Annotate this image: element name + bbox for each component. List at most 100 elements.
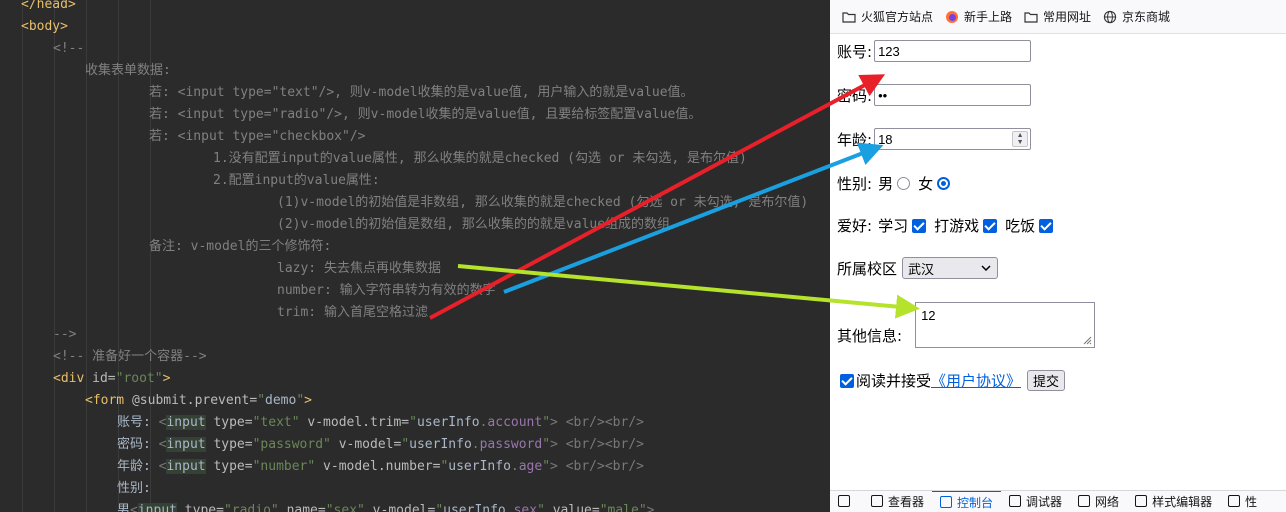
devtools-tab-picker[interactable] bbox=[830, 491, 863, 512]
devtools-tab-console[interactable]: 控制台 bbox=[932, 491, 1002, 512]
devtools-tab-performance[interactable]: 性 bbox=[1220, 491, 1265, 512]
code-line[interactable]: trim: 输入首尾空格过滤 bbox=[277, 302, 428, 324]
devtools-tab-network[interactable]: 网络 bbox=[1070, 491, 1127, 512]
code-token: > bbox=[304, 393, 312, 408]
bookmark-common-sites[interactable]: 常用网址 bbox=[1024, 8, 1091, 25]
console-icon bbox=[940, 496, 953, 508]
devtools-tab-debugger[interactable]: 调试器 bbox=[1001, 491, 1070, 512]
bookmark-label: 常用网址 bbox=[1043, 10, 1092, 24]
code-line[interactable]: 备注: v-model的三个修饰符: bbox=[149, 236, 331, 258]
agree-checkbox[interactable] bbox=[840, 373, 854, 388]
code-token: </head> bbox=[21, 0, 76, 12]
devtools-tab-inspector[interactable]: 查看器 bbox=[863, 491, 932, 512]
bookmark-firefox-official[interactable]: 火狐官方站点 bbox=[842, 8, 933, 25]
password-input[interactable]: •• bbox=[874, 84, 1032, 106]
user-agreement-link[interactable]: 《用户协议》 bbox=[931, 370, 1021, 391]
code-token: account bbox=[487, 415, 543, 430]
hobby-game-label: 打游戏 bbox=[934, 217, 980, 235]
code-line[interactable]: 男<input type="radio" name="sex" v-model=… bbox=[117, 500, 655, 512]
code-token: <div bbox=[53, 371, 93, 386]
style-editor-icon bbox=[1135, 495, 1148, 507]
sex-female-radio[interactable] bbox=[937, 177, 951, 190]
code-line[interactable]: <body> bbox=[21, 16, 68, 38]
code-token: . bbox=[471, 437, 480, 452]
code-token: " bbox=[542, 437, 551, 452]
indent-guide bbox=[54, 0, 55, 512]
code-token: input bbox=[137, 503, 177, 512]
devtools-tab-style-editor[interactable]: 样式编辑器 bbox=[1127, 491, 1220, 512]
code-line[interactable]: <form @submit.prevent="demo"> bbox=[85, 390, 312, 412]
code-line[interactable]: 若: <input type="text"/>, 则v-model收集的是val… bbox=[149, 82, 694, 104]
other-textarea[interactable]: 12 bbox=[915, 302, 1096, 348]
code-line[interactable]: 性别: bbox=[117, 478, 151, 500]
code-token: value= bbox=[544, 503, 600, 512]
code-line[interactable]: <div id="root"> bbox=[53, 368, 170, 390]
bookmark-jd-mall[interactable]: 京东商城 bbox=[1103, 8, 1170, 25]
code-token: trim: 输入首尾空格过滤 bbox=[277, 305, 428, 320]
folder-icon bbox=[842, 11, 856, 23]
hobby-eat-label: 吃饭 bbox=[1005, 217, 1036, 235]
code-line[interactable]: </head> bbox=[21, 0, 76, 16]
age-value: 18 bbox=[878, 131, 893, 147]
code-line[interactable]: 年龄: <input type="number" v-model.number=… bbox=[117, 456, 644, 478]
account-value: 123 bbox=[878, 43, 900, 59]
code-token: . bbox=[505, 503, 514, 512]
code-line[interactable]: 2.配置input的value属性: bbox=[213, 170, 380, 192]
code-line[interactable]: 若: <input type="radio"/>, 则v-model收集的是va… bbox=[149, 104, 701, 126]
code-line[interactable]: 收集表单数据: bbox=[85, 60, 171, 82]
code-token: 若: <input type="checkbox"/> bbox=[149, 129, 366, 144]
code-line[interactable]: 账号: <input type="text" v-model.trim="use… bbox=[117, 412, 644, 434]
code-line[interactable]: (2)v-model的初始值是数组, 那么收集的的就是value组成的数组 bbox=[277, 214, 670, 236]
code-line[interactable]: --> bbox=[53, 324, 76, 346]
code-token: 备注: v-model的三个修饰符: bbox=[149, 239, 332, 254]
code-line[interactable]: number: 输入字符串转为有效的数字 bbox=[277, 280, 496, 302]
hobby-game-checkbox[interactable] bbox=[983, 218, 998, 233]
code-token: > <br/><br/> bbox=[550, 437, 644, 452]
code-line[interactable]: <!-- 准备好一个容器--> bbox=[53, 346, 207, 368]
resize-handle-icon[interactable] bbox=[1083, 336, 1092, 345]
hobby-label: 爱好: bbox=[837, 217, 873, 235]
bookmark-label: 京东商城 bbox=[1122, 10, 1171, 24]
sex-male-radio[interactable] bbox=[897, 177, 911, 190]
code-token: <!-- bbox=[53, 41, 85, 56]
other-label: 其他信息: bbox=[837, 327, 903, 345]
code-token: userInfo bbox=[409, 437, 472, 452]
account-row: 账号: 123 bbox=[837, 40, 1032, 62]
code-editor[interactable]: </head> <body> <!-- 收集表单数据: 若: <input type="… bbox=[0, 0, 830, 512]
account-input[interactable]: 123 bbox=[874, 40, 1032, 62]
code-line[interactable]: lazy: 失去焦点再收集数据 bbox=[277, 258, 441, 280]
agree-text: 阅读并接受 bbox=[856, 372, 932, 390]
code-token: < bbox=[130, 503, 138, 512]
spinner-icon[interactable]: ▲ ▼ bbox=[1012, 131, 1029, 147]
age-label: 年龄: bbox=[837, 130, 873, 149]
code-token: v-model= bbox=[330, 437, 402, 452]
code-token: 收集表单数据: bbox=[85, 63, 171, 78]
code-line[interactable]: <!-- bbox=[53, 38, 84, 60]
code-token: " bbox=[257, 393, 266, 408]
bookmark-label: 新手上路 bbox=[964, 10, 1013, 24]
code-token: v-model.number= bbox=[315, 459, 441, 474]
code-token: 年龄: bbox=[117, 459, 159, 474]
code-line[interactable]: 密码: <input type="password" v-model="user… bbox=[117, 434, 644, 456]
sex-male-label: 男 bbox=[878, 175, 894, 193]
sex-label: 性别: bbox=[837, 175, 873, 193]
code-token: "radio" bbox=[223, 503, 279, 512]
submit-button[interactable]: 提交 bbox=[1027, 370, 1066, 391]
age-row: 年龄: 18 ▲ ▼ bbox=[837, 128, 1032, 150]
code-token: . bbox=[510, 459, 519, 474]
code-line[interactable]: 1.没有配置input的value属性, 那么收集的就是checked (勾选 … bbox=[213, 148, 747, 170]
code-line[interactable]: (1)v-model的初始值是非数组, 那么收集的就是checked (勾选 o… bbox=[277, 192, 808, 214]
code-token: " bbox=[401, 437, 410, 452]
code-token: " bbox=[296, 393, 305, 408]
chevron-down-icon bbox=[981, 265, 991, 271]
campus-row: 所属校区 武汉 bbox=[837, 257, 999, 279]
code-line[interactable]: 若: <input type="checkbox"/> bbox=[149, 126, 366, 148]
bookmark-getting-started[interactable]: 新手上路 bbox=[945, 8, 1012, 25]
code-token: "text" bbox=[252, 415, 300, 430]
code-token: password bbox=[479, 437, 543, 452]
code-token: " bbox=[542, 459, 551, 474]
hobby-eat-checkbox[interactable] bbox=[1039, 218, 1054, 233]
hobby-study-checkbox[interactable] bbox=[912, 218, 927, 233]
age-input[interactable]: 18 ▲ ▼ bbox=[874, 128, 1032, 150]
campus-select[interactable]: 武汉 bbox=[902, 257, 999, 279]
